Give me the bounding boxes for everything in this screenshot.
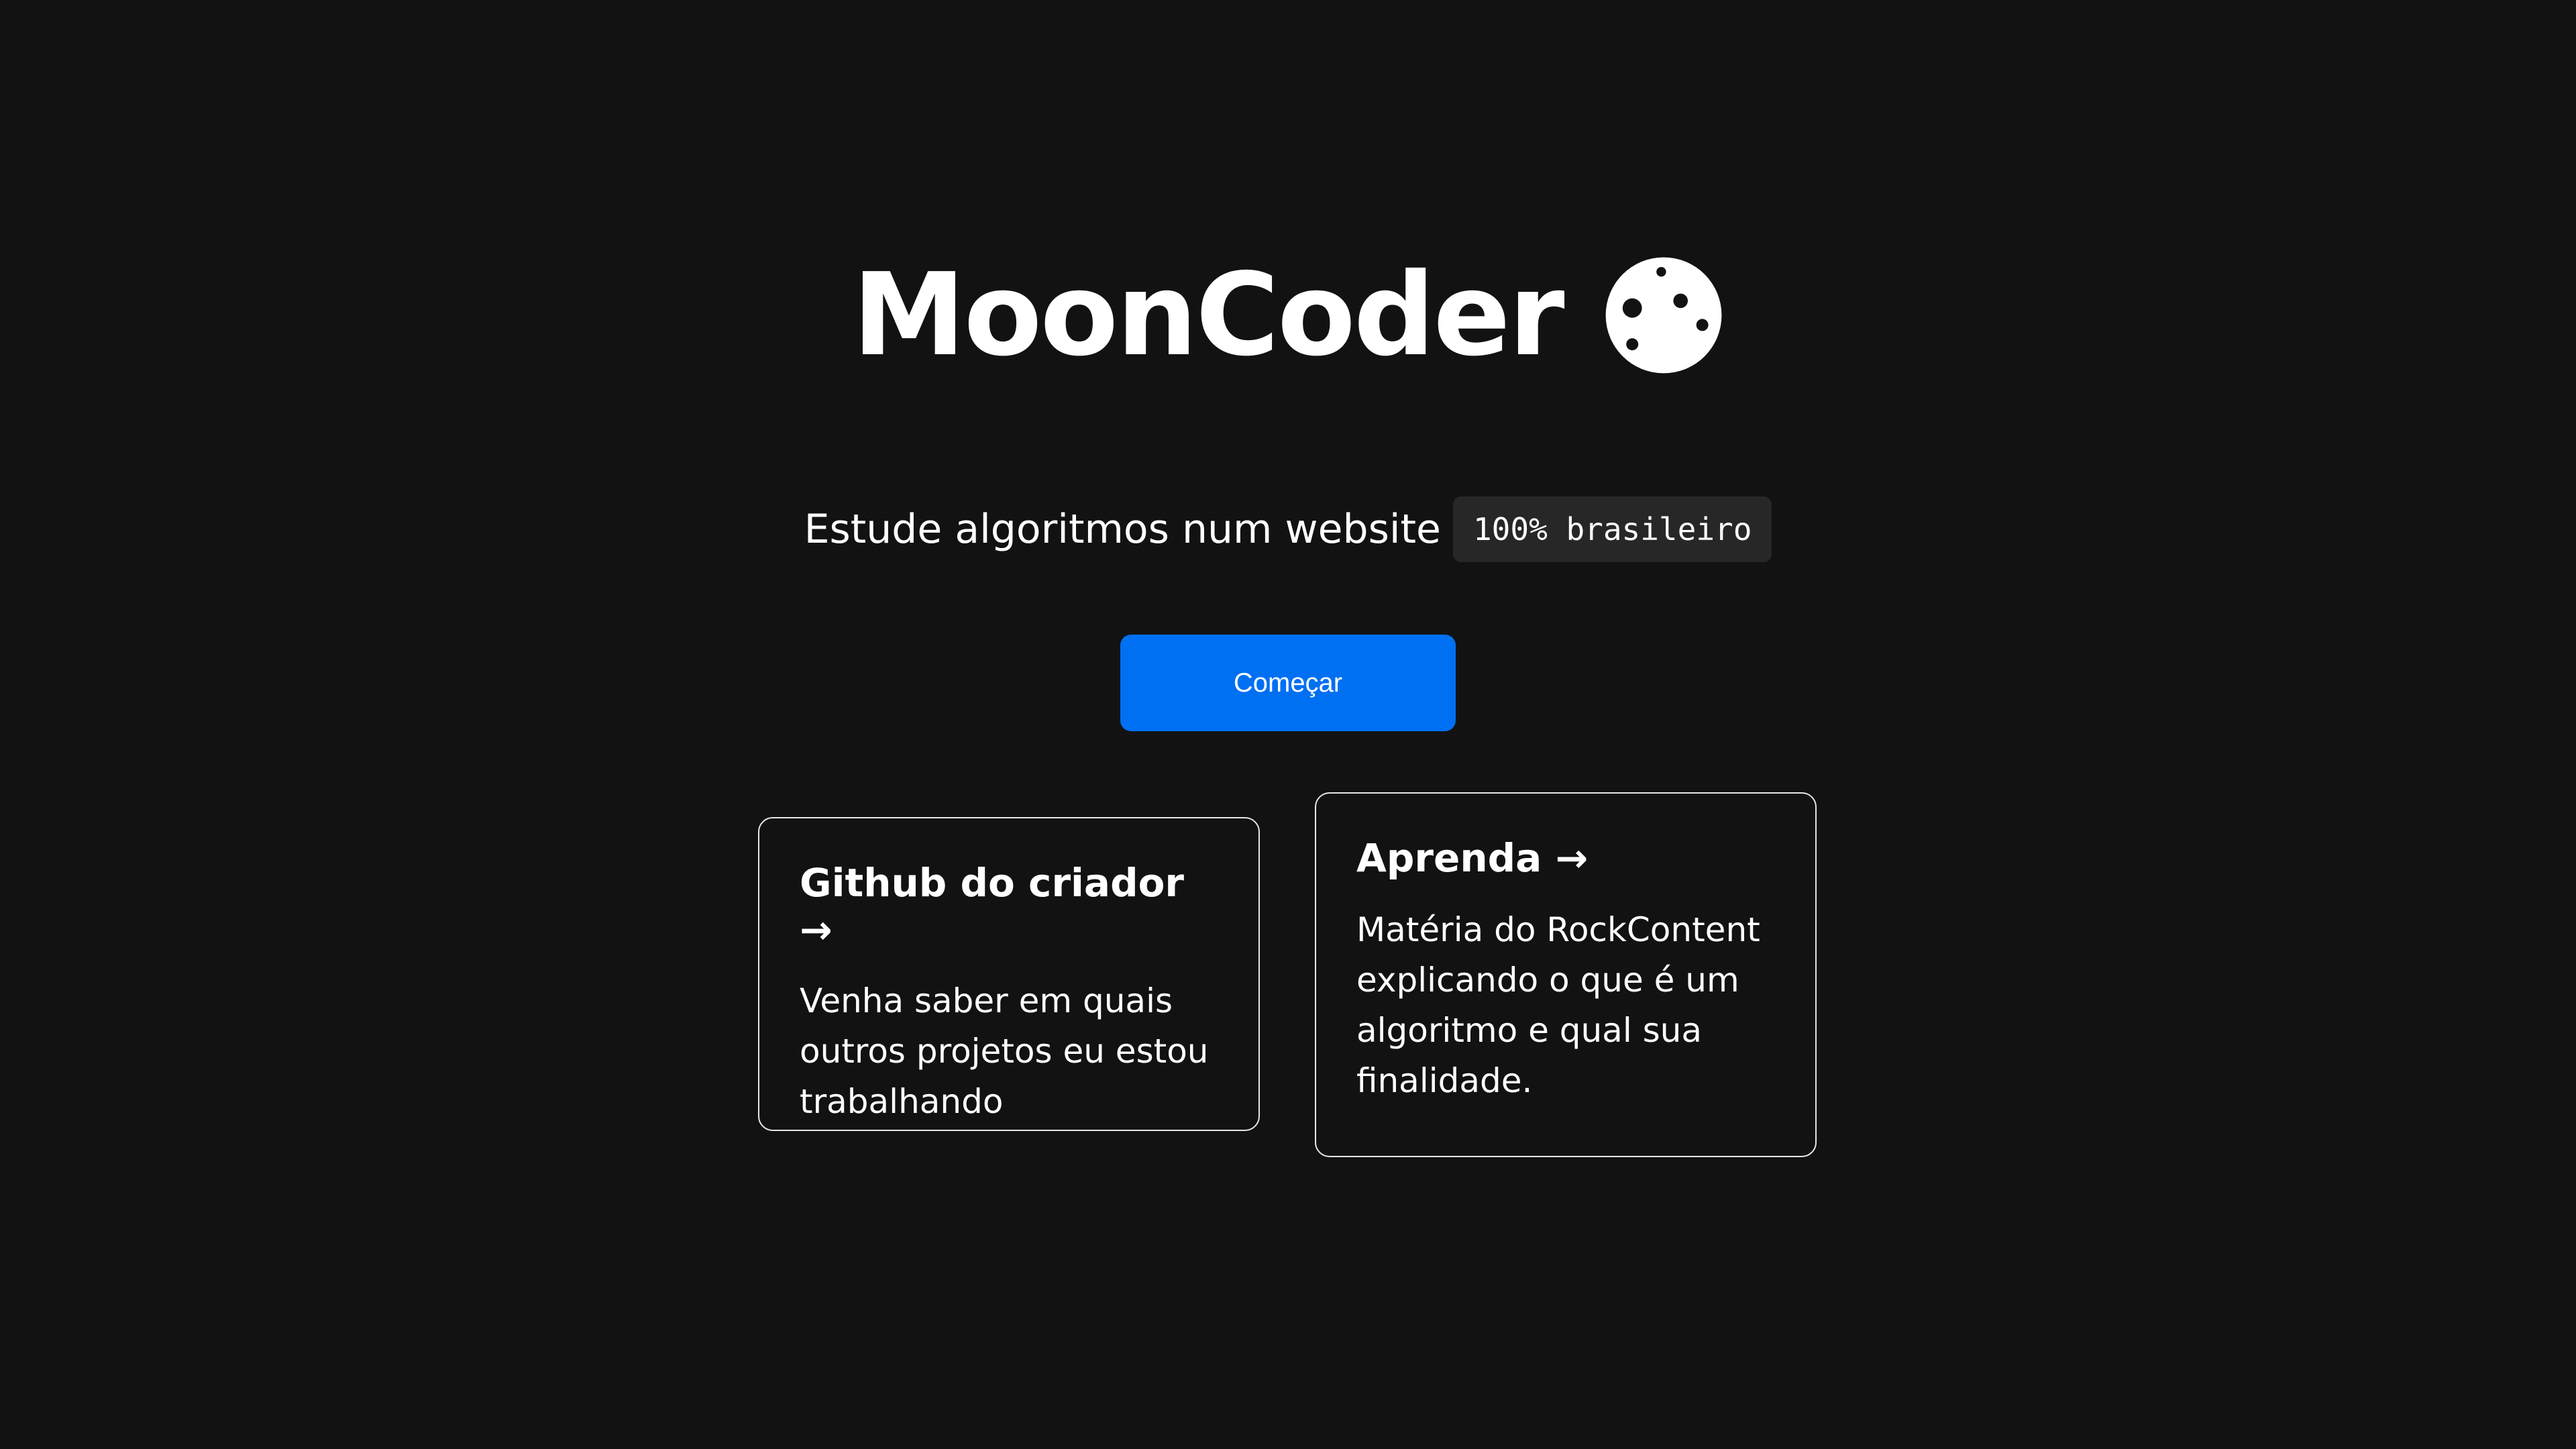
subtitle-text: Estude algoritmos num website	[804, 506, 1441, 553]
card-description: Matéria do RockContent explicando o que …	[1356, 910, 1760, 1100]
card-learn[interactable]: Aprenda → Matéria do RockContent explica…	[1315, 792, 1817, 1157]
card-title: Aprenda →	[1356, 835, 1589, 881]
hero-header: MoonCoder	[0, 255, 2576, 376]
page-title: MoonCoder	[852, 249, 1564, 382]
card-title: Github do criador →	[800, 860, 1185, 953]
card-github[interactable]: Github do criador → Venha saber em quais…	[758, 817, 1260, 1131]
card-description: Venha saber em quais outros projetos eu …	[800, 981, 1209, 1122]
subtitle: Estude algoritmos num website 100% brasi…	[0, 496, 2576, 562]
start-button[interactable]: Começar	[1120, 635, 1456, 731]
page: MoonCoder Estude algoritmos num website …	[0, 0, 2576, 1449]
moon-icon	[1605, 257, 1721, 374]
code-badge: 100% brasileiro	[1452, 496, 1772, 562]
